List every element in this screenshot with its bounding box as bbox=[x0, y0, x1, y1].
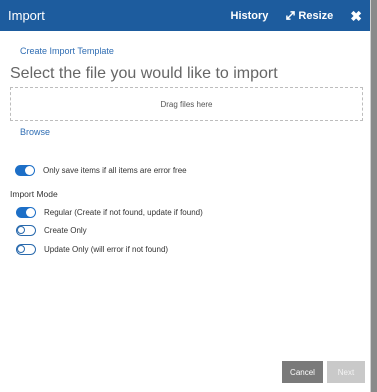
resize-button[interactable]: Resize bbox=[286, 10, 333, 22]
error-free-label: Only save items if all items are error f… bbox=[43, 166, 187, 175]
import-mode-option-create: Create Only bbox=[16, 225, 87, 236]
toggle-knob bbox=[17, 245, 25, 253]
import-mode-option-regular: Regular (Create if not found, update if … bbox=[16, 207, 203, 218]
resize-label: Resize bbox=[298, 9, 334, 22]
import-dialog: Import History Resize ✖ Create Import Te… bbox=[0, 0, 371, 392]
error-free-toggle[interactable] bbox=[15, 165, 35, 176]
close-icon[interactable]: ✖ bbox=[350, 9, 362, 23]
next-button[interactable]: Next bbox=[327, 361, 365, 383]
file-dropzone[interactable]: Drag files here bbox=[10, 87, 363, 121]
dropzone-text: Drag files here bbox=[160, 99, 213, 109]
history-button[interactable]: History bbox=[231, 10, 269, 22]
update-only-label: Update Only (will error if not found) bbox=[44, 245, 169, 254]
cancel-button[interactable]: Cancel bbox=[282, 361, 323, 383]
page-title: Select the file you would like to import bbox=[10, 65, 278, 82]
toggle-knob bbox=[26, 208, 35, 217]
toggle-knob bbox=[17, 226, 25, 234]
resize-icon bbox=[286, 11, 296, 20]
regular-label: Regular (Create if not found, update if … bbox=[44, 208, 203, 217]
regular-toggle[interactable] bbox=[16, 207, 36, 218]
dialog-title: Import bbox=[8, 8, 45, 23]
create-only-label: Create Only bbox=[44, 226, 87, 235]
import-mode-label: Import Mode bbox=[10, 189, 58, 199]
toggle-knob bbox=[25, 166, 34, 175]
create-only-toggle[interactable] bbox=[16, 225, 36, 236]
error-free-row: Only save items if all items are error f… bbox=[15, 165, 187, 176]
browse-link[interactable]: Browse bbox=[20, 127, 50, 137]
import-mode-option-update: Update Only (will error if not found) bbox=[16, 244, 168, 255]
dialog-titlebar: Import History Resize ✖ bbox=[0, 0, 370, 31]
create-import-template-link[interactable]: Create Import Template bbox=[20, 46, 114, 56]
update-only-toggle[interactable] bbox=[16, 244, 36, 255]
